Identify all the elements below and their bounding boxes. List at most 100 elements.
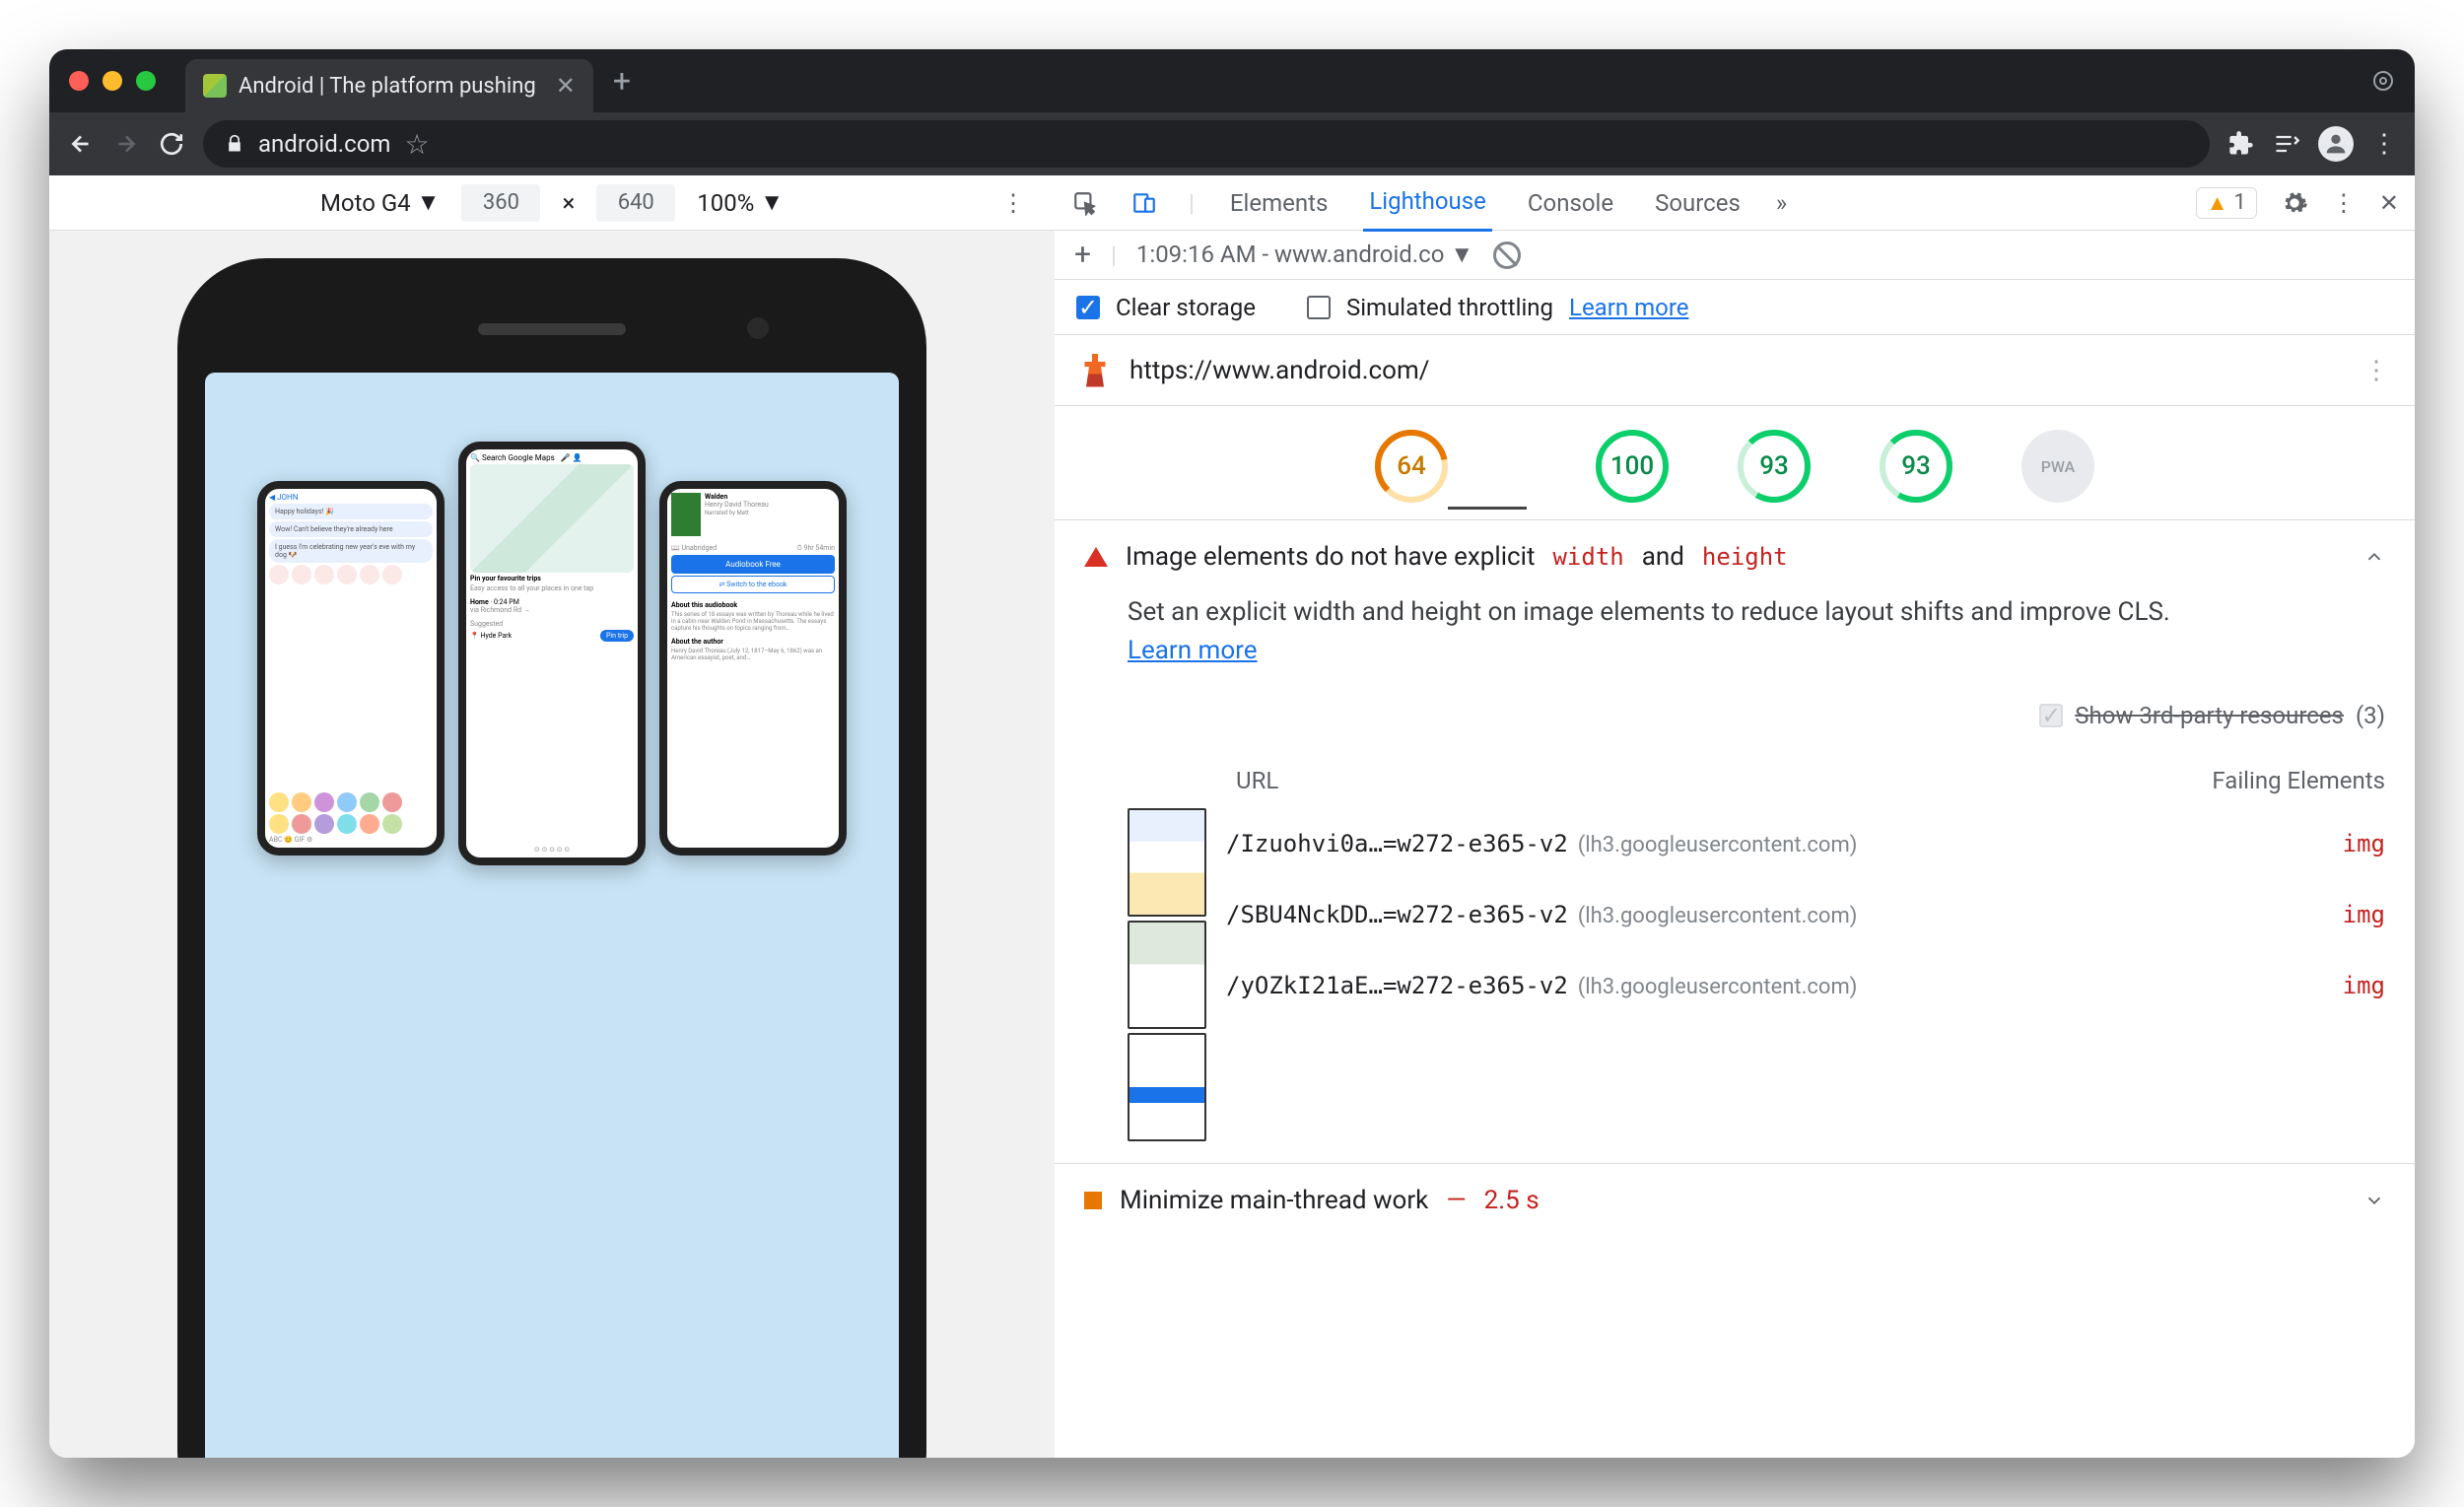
- zoom-value: 100%: [697, 189, 754, 217]
- chevron-up-icon[interactable]: [2363, 546, 2385, 568]
- tab-sources[interactable]: Sources: [1649, 175, 1746, 231]
- score-accessibility[interactable]: 100: [1596, 430, 1669, 503]
- lighthouse-options: ✓ Clear storage Simulated throttling Lea…: [1055, 280, 2415, 335]
- zoom-selector[interactable]: 100% ▼: [697, 188, 784, 217]
- phone-frame: ◀ JOHN Happy holidays! 🎉 Wow! Can't beli…: [177, 258, 926, 1458]
- thumbnail-stack: [1128, 808, 1226, 1141]
- third-party-label: Show 3rd-party resources: [2075, 698, 2344, 733]
- audit2-sep: —: [1446, 1186, 1466, 1215]
- address-bar: android.com ☆ ⋮: [49, 112, 2415, 175]
- row-host: (lh3.googleusercontent.com): [1578, 833, 1858, 857]
- chrome-menu-icon[interactable]: ⋮: [2371, 129, 2397, 159]
- chevron-down-icon[interactable]: [2363, 1190, 2385, 1211]
- row-element: img: [2129, 826, 2385, 861]
- titlebar: Android | The platform pushing ✕ +: [49, 49, 2415, 112]
- new-report-button[interactable]: +: [1074, 238, 1091, 272]
- preview-card-messages: ◀ JOHN Happy holidays! 🎉 Wow! Can't beli…: [257, 481, 445, 856]
- tab-lighthouse[interactable]: Lighthouse: [1363, 175, 1492, 232]
- devtools-menu-icon[interactable]: ⋮: [2332, 189, 2356, 217]
- url-text: android.com: [258, 130, 390, 158]
- lighthouse-toolbar: + | 1:09:16 AM - www.android.co ▼: [1055, 231, 2415, 280]
- audit-title-and: and: [1642, 542, 1684, 572]
- active-score-indicator: [1448, 507, 1527, 510]
- row-element: img: [2129, 968, 2385, 1003]
- row-host: (lh3.googleusercontent.com): [1578, 904, 1858, 928]
- warnings-count: 1: [2234, 190, 2246, 215]
- row-url: /Izuohvi0a…=w272-e365-v2: [1226, 830, 1568, 857]
- table-row[interactable]: /yOZkI21aE…=w272-e365-v2(lh3.googleuserc…: [1226, 950, 2385, 1021]
- reload-button[interactable]: [158, 130, 185, 158]
- chevron-down-icon: ▼: [417, 188, 441, 217]
- score-best-practices[interactable]: 93: [1738, 430, 1811, 503]
- score-pwa[interactable]: PWA: [2021, 430, 2094, 503]
- audit-learn-more-link[interactable]: Learn more: [1128, 636, 1258, 665]
- preview-card-maps: 🔍 Search Google Maps 🎤 👤 Pin your favour…: [458, 442, 646, 865]
- score-gauges: 64 100 93 93 PWA: [1055, 406, 2415, 519]
- browser-tab[interactable]: Android | The platform pushing ✕: [185, 59, 593, 112]
- clear-storage-label: Clear storage: [1116, 294, 1256, 321]
- devtools-tabstrip: | Elements Lighthouse Console Sources » …: [1055, 175, 2415, 231]
- maximize-window-button[interactable]: [136, 71, 156, 91]
- third-party-count: (3): [2356, 698, 2385, 733]
- failing-elements-table: URL Failing Elements /Izuohvi: [1128, 753, 2385, 1141]
- audit-header[interactable]: Image elements do not have explicit widt…: [1084, 542, 2385, 572]
- inspect-element-icon[interactable]: [1070, 188, 1100, 218]
- bookmark-star-icon[interactable]: ☆: [404, 128, 429, 161]
- audit-description: Set an explicit width and height on imag…: [1128, 597, 2170, 627]
- audited-url: https://www.android.com/: [1129, 356, 1430, 385]
- close-tab-icon[interactable]: ✕: [556, 72, 576, 100]
- row-url: /SBU4NckDD…=w272-e365-v2: [1226, 901, 1568, 928]
- report-selector[interactable]: 1:09:16 AM - www.android.co ▼: [1136, 240, 1473, 269]
- audit-main-thread[interactable]: Minimize main-thread work — 2.5 s: [1055, 1163, 2415, 1237]
- table-row[interactable]: /SBU4NckDD…=w272-e365-v2 (lh3.googleuserc…: [1226, 879, 2385, 950]
- score-performance[interactable]: 64: [1375, 430, 1448, 503]
- col-header-url: URL: [1236, 763, 2129, 798]
- width-input[interactable]: [461, 184, 540, 222]
- audit-title-text: Image elements do not have explicit: [1126, 542, 1535, 572]
- audit-image-dimensions: Image elements do not have explicit widt…: [1055, 519, 2415, 1163]
- height-input[interactable]: [596, 184, 675, 222]
- phone-screen[interactable]: ◀ JOHN Happy holidays! 🎉 Wow! Can't beli…: [205, 373, 899, 1458]
- content-area: Moto G4 ▼ × 100% ▼ ⋮ ◀ JOH: [49, 175, 2415, 1458]
- profile-avatar[interactable]: [2318, 126, 2354, 162]
- report-menu-icon[interactable]: ⋮: [2363, 356, 2389, 385]
- third-party-checkbox[interactable]: ✓: [2039, 704, 2063, 727]
- traffic-lights: [69, 71, 156, 91]
- device-selector[interactable]: Moto G4 ▼: [320, 188, 441, 217]
- lighthouse-logo-icon: [1080, 354, 1110, 387]
- toggle-device-icon[interactable]: [1129, 188, 1159, 218]
- device-toolbar-menu-icon[interactable]: ⋮: [1001, 189, 1025, 217]
- tab-title: Android | The platform pushing: [239, 74, 536, 99]
- table-header: URL Failing Elements: [1128, 753, 2385, 808]
- clear-storage-checkbox[interactable]: ✓: [1076, 296, 1100, 319]
- close-window-button[interactable]: [69, 71, 89, 91]
- forward-button[interactable]: [112, 130, 140, 158]
- fail-triangle-icon: [1084, 547, 1108, 567]
- omnibox[interactable]: android.com ☆: [203, 120, 2210, 168]
- close-devtools-icon[interactable]: ✕: [2379, 189, 2399, 217]
- tab-console[interactable]: Console: [1522, 175, 1619, 231]
- clear-report-icon[interactable]: [1493, 241, 1521, 269]
- phone-speaker: [478, 323, 626, 335]
- settings-gear-icon[interactable]: [2281, 189, 2308, 217]
- reading-list-icon[interactable]: [2273, 130, 2300, 158]
- code-height: height: [1702, 543, 1788, 571]
- learn-more-link[interactable]: Learn more: [1569, 294, 1688, 321]
- new-tab-button[interactable]: +: [613, 62, 631, 100]
- more-tabs-icon[interactable]: »: [1776, 189, 1787, 217]
- back-button[interactable]: [67, 130, 95, 158]
- tabstrip-menu-icon[interactable]: [2371, 69, 2395, 93]
- score-seo[interactable]: 93: [1880, 430, 1952, 503]
- chevron-down-icon: ▼: [760, 188, 784, 217]
- devtools-pane: | Elements Lighthouse Console Sources » …: [1055, 175, 2415, 1458]
- third-party-toggle: ✓ Show 3rd-party resources (3): [1128, 698, 2385, 733]
- extensions-icon[interactable]: [2227, 130, 2255, 158]
- lock-icon: [225, 134, 244, 154]
- device-toolbar: Moto G4 ▼ × 100% ▼ ⋮: [49, 175, 1055, 231]
- audited-url-row: https://www.android.com/ ⋮: [1055, 335, 2415, 406]
- simulated-throttling-checkbox[interactable]: [1307, 296, 1331, 319]
- warnings-badge[interactable]: ▲1: [2196, 187, 2257, 219]
- minimize-window-button[interactable]: [103, 71, 122, 91]
- tab-elements[interactable]: Elements: [1224, 175, 1334, 231]
- table-row[interactable]: /Izuohvi0a…=w272-e365-v2 (lh3.googleuserc…: [1226, 808, 2385, 879]
